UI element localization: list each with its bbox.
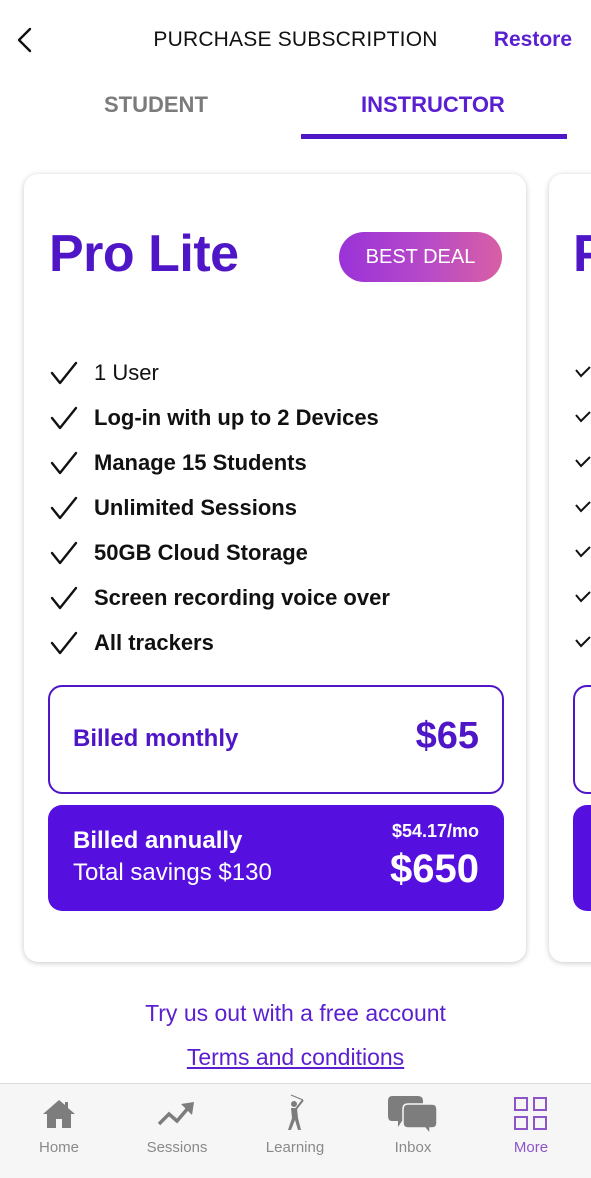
- header: PURCHASE SUBSCRIPTION Restore: [0, 0, 591, 80]
- checkmark-icon: [50, 496, 78, 519]
- restore-button[interactable]: Restore: [494, 28, 572, 52]
- grid-icon: [514, 1097, 547, 1130]
- nav-item-learning[interactable]: Learning: [236, 1084, 354, 1178]
- terms-and-conditions-link[interactable]: Terms and conditions: [187, 1044, 404, 1070]
- tab-student[interactable]: STUDENT: [104, 92, 208, 118]
- monthly-price: $65: [415, 715, 479, 757]
- feature-item: Manage 15 Students: [49, 440, 390, 485]
- home-icon: [43, 1100, 75, 1128]
- nav-item-sessions[interactable]: Sessions: [118, 1084, 236, 1178]
- role-tabs: STUDENT INSTRUCTOR: [0, 80, 591, 140]
- nav-item-home[interactable]: Home: [0, 1084, 118, 1178]
- annual-price: $650: [390, 847, 479, 891]
- feature-text: Manage 15 Students: [94, 449, 307, 475]
- total-savings: Total savings $130: [73, 859, 272, 886]
- tab-instructor[interactable]: INSTRUCTOR: [361, 92, 505, 118]
- checkmark-icon: [50, 361, 78, 384]
- terms-link-container: Terms and conditions: [0, 1044, 591, 1071]
- nav-item-inbox[interactable]: Inbox: [354, 1084, 472, 1178]
- nav-label: Inbox: [394, 1139, 432, 1156]
- plan-name: Pro Lite: [49, 225, 239, 283]
- checkmark-icon: [575, 366, 591, 378]
- checkmark-icon: [575, 411, 591, 423]
- chat-bubbles-icon: [388, 1096, 438, 1134]
- billed-monthly-label: Billed monthly: [73, 725, 239, 752]
- next-billed-annually-option[interactable]: [573, 805, 591, 911]
- nav-label: Home: [38, 1139, 79, 1156]
- checkmark-icon: [575, 546, 591, 558]
- checkmark-icon: [575, 501, 591, 513]
- checkmark-icon: [50, 541, 78, 564]
- billed-annually-option[interactable]: Billed annually Total savings $130 $54.1…: [48, 805, 504, 911]
- checkmark-icon: [575, 456, 591, 468]
- nav-label: More: [513, 1139, 549, 1156]
- next-billed-monthly-option[interactable]: [573, 685, 591, 794]
- nav-label: Learning: [265, 1139, 325, 1156]
- trending-up-icon: [157, 1102, 194, 1126]
- feature-item: 1 User: [49, 350, 390, 395]
- checkmark-icon: [50, 631, 78, 654]
- free-account-link[interactable]: Try us out with a free account: [0, 1000, 591, 1027]
- feature-text: Unlimited Sessions: [94, 494, 297, 520]
- billed-monthly-option[interactable]: Billed monthly $65: [48, 685, 504, 794]
- nav-item-more[interactable]: More: [472, 1084, 590, 1178]
- checkmark-icon: [50, 406, 78, 429]
- annual-per-month-price: $54.17/mo: [391, 821, 479, 841]
- feature-list: 1 User Log-in with up to 2 Devices Manag…: [49, 350, 390, 665]
- feature-item: 50GB Cloud Storage: [49, 530, 390, 575]
- plan-card: Pro Lite BEST DEAL 1 User Log-in with up…: [24, 174, 526, 962]
- billed-annually-label: Billed annually: [73, 827, 243, 854]
- feature-item: All trackers: [49, 620, 390, 665]
- checkmark-icon: [575, 636, 591, 648]
- feature-item: Log-in with up to 2 Devices: [49, 395, 390, 440]
- next-plan-card[interactable]: P: [549, 174, 591, 962]
- feature-item: Screen recording voice over: [49, 575, 390, 620]
- next-plan-name: P: [573, 225, 591, 283]
- active-tab-indicator: [301, 134, 567, 139]
- feature-text: All trackers: [94, 629, 214, 655]
- checkmark-icon: [50, 451, 78, 474]
- feature-text: 50GB Cloud Storage: [94, 539, 308, 565]
- checkmark-icon: [575, 591, 591, 603]
- feature-text: Log-in with up to 2 Devices: [94, 404, 379, 430]
- feature-text: Screen recording voice over: [94, 584, 390, 610]
- bottom-nav: Home Sessions Learning Inbox More: [0, 1083, 591, 1178]
- feature-text: 1 User: [94, 359, 159, 385]
- nav-label: Sessions: [146, 1139, 208, 1156]
- feature-item: Unlimited Sessions: [49, 485, 390, 530]
- best-deal-badge: BEST DEAL: [339, 232, 502, 282]
- golfer-icon: [288, 1094, 304, 1130]
- checkmark-icon: [50, 586, 78, 609]
